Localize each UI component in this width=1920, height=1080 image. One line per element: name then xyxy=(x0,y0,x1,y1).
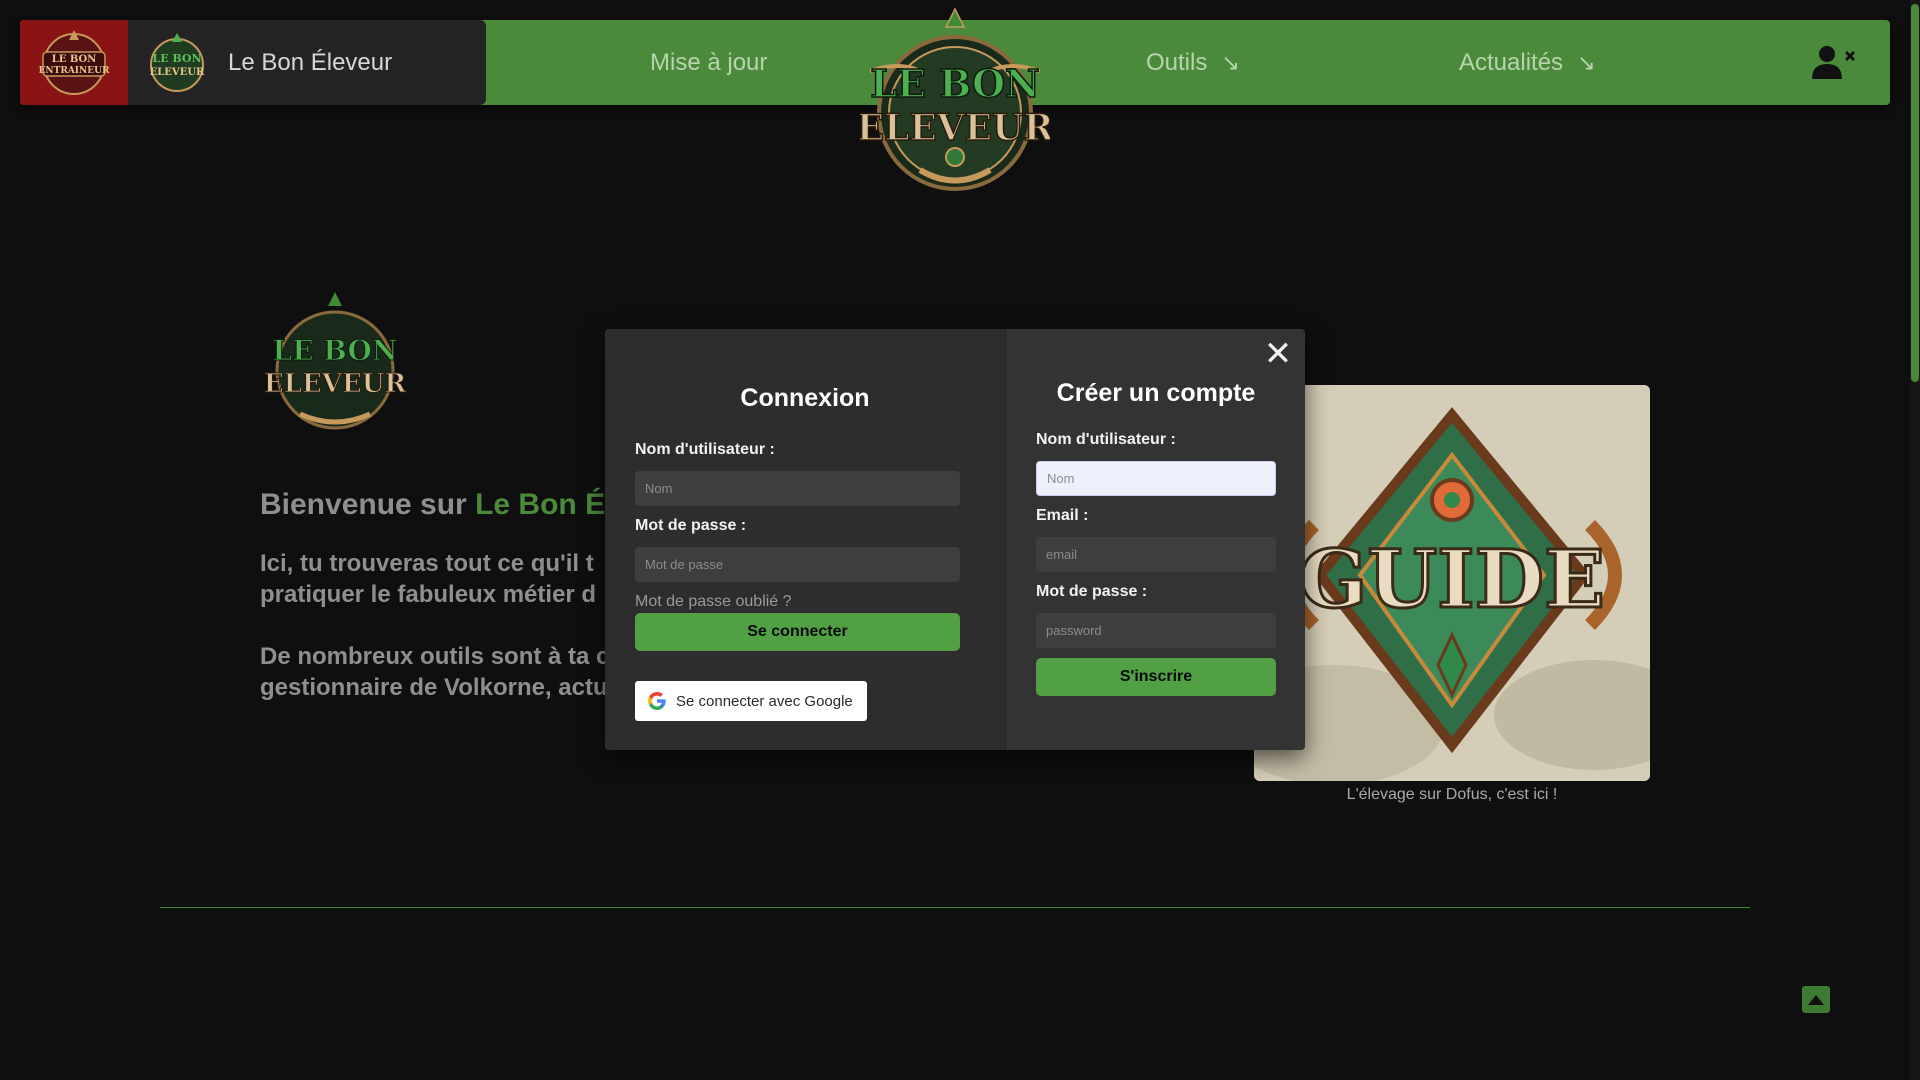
register-title: Créer un compte xyxy=(1056,379,1256,407)
svg-text:LE BON: LE BON xyxy=(52,54,97,65)
hero-paragraph-2-line-1: De nombreux outils sont à ta c xyxy=(260,643,610,670)
nav-label: Actualités xyxy=(1459,48,1564,76)
svg-text:ELEVEUR: ELEVEUR xyxy=(150,67,205,78)
login-username-input[interactable] xyxy=(635,471,960,506)
nav-mise-a-jour[interactable]: Mise à jour xyxy=(650,20,767,105)
svg-text:LE BON: LE BON xyxy=(273,334,398,367)
register-username-label: Nom d'utilisateur : xyxy=(1036,431,1176,448)
switch-site-button[interactable]: LE BON ENTRAINEUR xyxy=(20,20,128,105)
forgot-password-link[interactable]: Mot de passe oublié ? xyxy=(635,593,792,611)
hero-heading: Bienvenue sur Le Bon É xyxy=(260,488,605,522)
hero-paragraph-1-line-1: Ici, tu trouveras tout ce qu'il t xyxy=(260,550,594,577)
register-panel: Créer un compte Nom d'utilisateur : Emai… xyxy=(1005,329,1305,750)
arrow-down-right-icon: ↘ xyxy=(1577,49,1596,75)
brand-title: Le Bon Éleveur xyxy=(228,48,393,76)
guide-emblem: GUIDE xyxy=(1254,385,1650,781)
le-bon-eleveur-logo: LE BON ELEVEUR xyxy=(150,32,205,92)
arrow-down-right-icon: ↘ xyxy=(1221,49,1240,75)
auth-modal: Connexion Nom d'utilisateur : Mot de pas… xyxy=(605,329,1305,750)
le-bon-entraineur-logo: LE BON ENTRAINEUR xyxy=(39,29,110,95)
register-password-input[interactable] xyxy=(1036,613,1276,648)
hero-heading-prefix: Bienvenue sur xyxy=(260,488,476,521)
page-scrollbar[interactable] xyxy=(1910,0,1920,1080)
nav-label: Outils xyxy=(1146,48,1208,76)
register-submit-button[interactable]: S'inscrire xyxy=(1036,658,1276,696)
svg-text:ELEVEUR: ELEVEUR xyxy=(264,369,407,399)
section-divider xyxy=(160,907,1750,908)
close-icon[interactable]: ✕ xyxy=(1263,337,1293,371)
register-username-input[interactable] xyxy=(1036,461,1276,496)
google-login-button[interactable]: Se connecter avec Google xyxy=(635,681,867,721)
svg-text:LE BON: LE BON xyxy=(152,52,201,65)
svg-text:LE BON: LE BON xyxy=(870,61,1040,106)
nav-label: Mise à jour xyxy=(650,48,768,76)
hero-heading-accent: Le Bon É xyxy=(475,488,606,521)
login-submit-button[interactable]: Se connecter xyxy=(635,613,960,651)
login-password-input[interactable] xyxy=(635,547,960,582)
scroll-to-top-button[interactable] xyxy=(1802,986,1830,1013)
hero-paragraph-2-line-2: gestionnaire de Volkorne, actu xyxy=(260,674,608,701)
guide-caption: L'élevage sur Dofus, c'est ici ! xyxy=(1346,786,1558,803)
hero-paragraph-1-line-2: pratiquer le fabuleux métier d xyxy=(260,581,597,608)
google-login-label: Se connecter avec Google xyxy=(676,692,853,710)
caret-up-icon xyxy=(1808,994,1824,1005)
register-email-input[interactable] xyxy=(1036,537,1276,572)
scrollbar-thumb[interactable] xyxy=(1911,4,1919,382)
user-account-icon[interactable] xyxy=(1810,44,1860,80)
home-brand-link[interactable]: LE BON ELEVEUR Le Bon Éleveur xyxy=(128,20,486,105)
guide-image-text: GUIDE xyxy=(1299,532,1605,626)
nav-actualites[interactable]: Actualités ↘ xyxy=(1459,20,1596,105)
register-email-label: Email : xyxy=(1036,507,1089,524)
svg-text:ELEVEUR: ELEVEUR xyxy=(860,107,1050,149)
center-brand-logo[interactable]: LE BON ELEVEUR xyxy=(860,5,1050,205)
login-username-label: Nom d'utilisateur : xyxy=(635,441,775,458)
guide-image[interactable]: GUIDE xyxy=(1254,385,1650,781)
login-title: Connexion xyxy=(740,384,870,412)
svg-text:ENTRAINEUR: ENTRAINEUR xyxy=(39,66,110,76)
login-panel: Connexion Nom d'utilisateur : Mot de pas… xyxy=(605,329,1005,750)
nav-outils[interactable]: Outils ↘ xyxy=(1146,20,1240,105)
hero-brand-logo: LE BON ELEVEUR xyxy=(263,292,407,430)
register-password-label: Mot de passe : xyxy=(1036,583,1148,600)
google-icon xyxy=(648,692,666,710)
login-password-label: Mot de passe : xyxy=(635,517,747,534)
